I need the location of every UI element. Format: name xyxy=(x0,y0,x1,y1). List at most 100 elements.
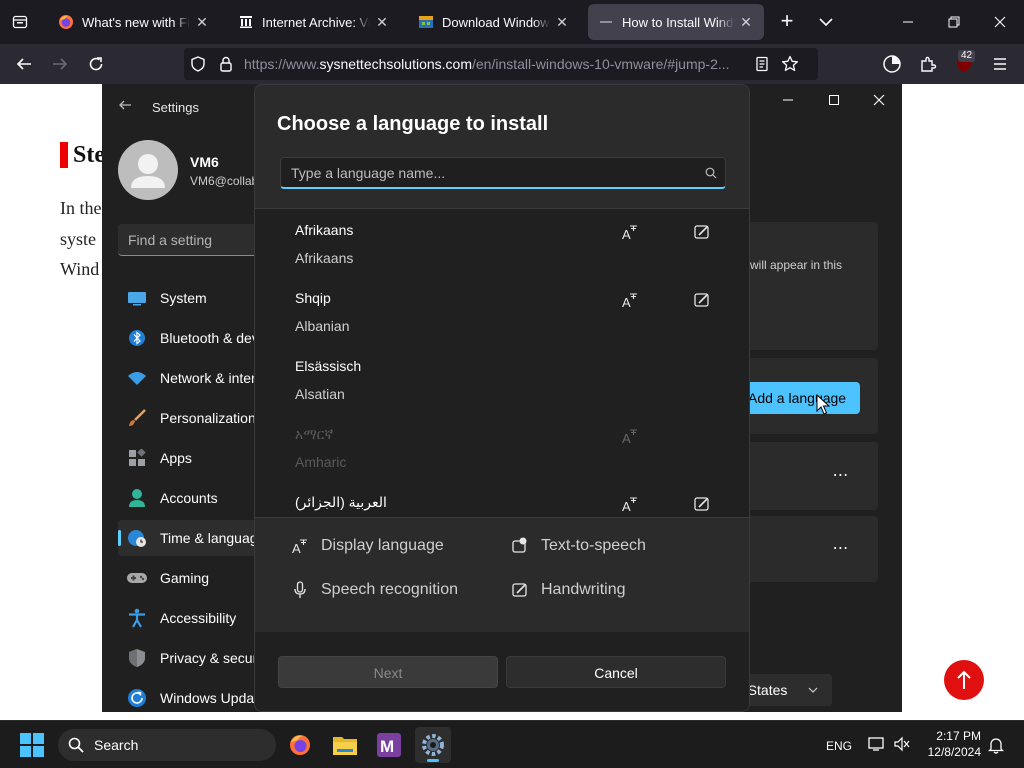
article-heading: Ste xyxy=(73,142,105,168)
bluetooth-icon xyxy=(126,327,148,349)
text-to-speech-icon xyxy=(511,537,529,555)
input-language-indicator[interactable]: ENG xyxy=(826,739,852,753)
user-name: VM6 xyxy=(190,154,219,170)
language-native-name: Afrikaans xyxy=(295,222,354,238)
language-item-alsatian[interactable]: Elsässisch Alsatian xyxy=(255,345,749,413)
new-tab-plus-icon[interactable]: + xyxy=(776,10,798,33)
heading-accent-bar xyxy=(60,142,68,168)
minimize-icon[interactable] xyxy=(898,12,918,32)
url-domain: sysnettechsolutions.com xyxy=(319,56,472,72)
taskbar-vmware-icon[interactable]: M xyxy=(371,727,407,763)
wifi-icon xyxy=(126,367,148,389)
search-icon[interactable] xyxy=(705,166,717,184)
minimize-icon[interactable] xyxy=(778,90,798,110)
back-arrow-icon[interactable] xyxy=(13,53,35,75)
tab-whats-new[interactable]: What's new with Firefox ✕ xyxy=(48,4,220,40)
maximize-icon[interactable] xyxy=(824,90,844,110)
back-arrow-icon[interactable] xyxy=(118,98,132,115)
lock-icon[interactable] xyxy=(218,55,234,78)
browser-tab-bar: What's new with Firefox ✕ Internet Archi… xyxy=(0,0,1024,44)
user-silhouette-icon xyxy=(131,154,165,188)
article-line-2: syste xyxy=(60,229,96,249)
extensions-puzzle-icon[interactable] xyxy=(917,53,939,75)
reader-view-icon[interactable] xyxy=(754,56,770,77)
bookmark-star-icon[interactable] xyxy=(781,55,799,78)
settings-title: Settings xyxy=(152,100,199,115)
clock-date[interactable]: 12/8/2024 xyxy=(919,745,981,759)
language-english-name: Alsatian xyxy=(295,386,345,402)
legend-label: Speech recognition xyxy=(321,581,458,598)
language-search-input[interactable] xyxy=(291,163,691,183)
forward-arrow-icon[interactable] xyxy=(49,53,71,75)
taskbar-firefox-icon[interactable] xyxy=(282,727,318,763)
volume-muted-icon[interactable] xyxy=(893,736,911,757)
taskbar-file-explorer-icon[interactable] xyxy=(327,727,363,763)
close-tab-icon[interactable]: ✕ xyxy=(374,14,390,31)
display-language-icon: A xyxy=(622,293,637,309)
svg-text:M: M xyxy=(380,737,394,756)
url-bar[interactable]: https://www.sysnettechsolutions.com/en/i… xyxy=(184,48,818,80)
cancel-button[interactable]: Cancel xyxy=(506,656,726,688)
article-line-3: Wind xyxy=(60,259,100,279)
more-options-icon[interactable]: ⋯ xyxy=(831,538,851,558)
close-window-icon[interactable] xyxy=(990,12,1010,32)
tab-title: How to Install Windows xyxy=(622,14,734,30)
language-item-afrikaans[interactable]: Afrikaans Afrikaans A xyxy=(255,209,749,277)
display-language-icon: A xyxy=(622,429,637,445)
close-window-icon[interactable] xyxy=(869,90,889,110)
dialog-footer: Next Cancel xyxy=(255,631,749,711)
language-item-arabic-algeria[interactable]: العربية (الجزائر) A xyxy=(255,481,749,517)
account-sync-icon[interactable] xyxy=(881,53,903,75)
dialog-title: Choose a language to install xyxy=(277,113,549,135)
avatar[interactable] xyxy=(118,140,178,200)
taskbar: Search M ENG 2:17 PM 12/8/2024 xyxy=(0,720,1024,768)
shield-icon xyxy=(126,647,148,669)
handwriting-icon xyxy=(694,293,709,307)
language-list[interactable]: Afrikaans Afrikaans A Shqip Albanian A E… xyxy=(255,208,749,518)
list-all-tabs-chevron-icon[interactable] xyxy=(816,12,836,32)
language-search-box[interactable] xyxy=(280,157,726,189)
legend-display-language: A Display language xyxy=(291,537,444,555)
legend-label: Handwriting xyxy=(541,581,626,598)
globe-clock-icon xyxy=(126,527,148,549)
tab-title: What's new with Firefox xyxy=(82,14,190,30)
legend-label: Text-to-speech xyxy=(541,537,646,554)
firefox-view-icon[interactable] xyxy=(9,11,31,33)
more-options-icon[interactable]: ⋯ xyxy=(831,465,851,485)
tab-download-windows[interactable]: Download Windows 10 ✕ xyxy=(408,4,580,40)
restore-icon[interactable] xyxy=(944,12,964,32)
tab-how-to-install[interactable]: How to Install Windows ✕ xyxy=(588,4,764,40)
language-native-name: አማርኛ xyxy=(295,426,334,442)
taskbar-search-box[interactable]: Search xyxy=(58,729,276,761)
reload-icon[interactable] xyxy=(85,53,107,75)
microphone-icon xyxy=(291,581,309,599)
display-language-icon: A xyxy=(622,497,637,513)
display-language-icon: A xyxy=(291,537,309,555)
windows-start-icon[interactable] xyxy=(20,733,44,762)
language-native-name: Shqip xyxy=(295,290,331,306)
close-tab-icon[interactable]: ✕ xyxy=(194,14,210,31)
close-tab-icon[interactable]: ✕ xyxy=(738,14,754,31)
tracking-protection-shield-icon[interactable] xyxy=(190,56,206,77)
nav-label: Accounts xyxy=(160,490,218,506)
taskbar-settings-icon[interactable] xyxy=(415,727,451,763)
url-text: https://www.sysnettechsolutions.com/en/i… xyxy=(244,56,744,72)
language-item-amharic: አማርኛ Amharic A xyxy=(255,413,749,481)
language-item-albanian[interactable]: Shqip Albanian A xyxy=(255,277,749,345)
choose-language-dialog: Choose a language to install Afrikaans A… xyxy=(254,84,750,712)
notification-bell-icon[interactable] xyxy=(987,736,1005,759)
close-tab-icon[interactable]: ✕ xyxy=(554,14,570,31)
menu-hamburger-icon[interactable] xyxy=(989,53,1011,75)
url-path: /en/install-windows-10-vmware/#jump-2... xyxy=(472,56,730,72)
monitor-icon xyxy=(126,287,148,309)
nav-label: Accessibility xyxy=(160,610,237,626)
network-icon[interactable] xyxy=(868,736,886,757)
accessibility-icon xyxy=(126,607,148,629)
tab-title: Download Windows 10 xyxy=(442,14,550,30)
display-language-icon: A xyxy=(622,225,637,241)
add-language-button[interactable]: Add a language xyxy=(738,382,860,414)
clock-time[interactable]: 2:17 PM xyxy=(925,729,981,743)
next-button[interactable]: Next xyxy=(278,656,498,688)
scroll-to-top-button[interactable] xyxy=(944,660,984,700)
tab-internet-archive[interactable]: Internet Archive: View Archive ✕ xyxy=(228,4,400,40)
